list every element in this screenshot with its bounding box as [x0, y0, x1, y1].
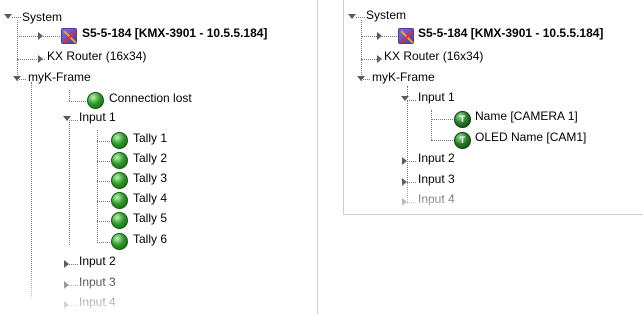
tree-connector	[69, 264, 78, 265]
tree-connector	[407, 202, 416, 203]
tree-node-tally[interactable]: Tally 2	[133, 151, 167, 165]
tree-node-system[interactable]: System	[366, 8, 406, 22]
status-led-icon	[87, 92, 104, 109]
t-icon: T	[454, 111, 471, 128]
tree-guide-line	[17, 20, 18, 81]
tally-led-icon	[111, 212, 128, 229]
tree-connector	[407, 161, 416, 162]
tree-node-input-2[interactable]: Input 2	[418, 151, 455, 165]
tree-node-frame[interactable]: myK-Frame	[372, 70, 435, 84]
fade-overlay	[344, 180, 643, 214]
tree-node-tally[interactable]: Tally 3	[133, 171, 167, 185]
tree-node-name[interactable]: Name [CAMERA 1]	[475, 109, 578, 123]
tree-node-tally[interactable]: Tally 4	[133, 191, 167, 205]
tree-guide-line	[31, 82, 32, 298]
tally-led-icon	[111, 172, 128, 189]
tree-guide-line	[407, 100, 408, 204]
expand-toggle[interactable]	[4, 14, 12, 19]
tree-node-system[interactable]: System	[22, 10, 62, 24]
tree-connector	[69, 285, 78, 286]
tree-connector	[431, 119, 453, 120]
tree-connector	[97, 201, 110, 202]
left-tree-panel: System S5-5-184 [KMX-3901 - 10.5.5.184] …	[0, 0, 318, 314]
tree-node-tally[interactable]: Tally 6	[133, 232, 167, 246]
tree-connector	[361, 59, 381, 60]
tally-led-icon	[111, 233, 128, 250]
tree-connector	[97, 161, 110, 162]
tree-guide-line	[97, 130, 98, 243]
tree-connector	[356, 17, 365, 18]
expand-toggle[interactable]	[348, 14, 356, 19]
tree-node-oled-name[interactable]: OLED Name [CAM1]	[475, 130, 586, 144]
kmx-device-icon	[398, 28, 414, 44]
tree-connector	[17, 79, 26, 80]
kmx-device-icon	[61, 28, 77, 44]
tree-node-device[interactable]: S5-5-184 [KMX-3901 - 10.5.5.184]	[418, 26, 603, 40]
tree-node-device[interactable]: S5-5-184 [KMX-3901 - 10.5.5.184]	[82, 26, 267, 40]
tree-node-input-1[interactable]: Input 1	[418, 90, 455, 104]
tree-connector	[97, 242, 110, 243]
tree-connector	[97, 181, 110, 182]
tree-guide-line	[69, 120, 70, 245]
tree-connector	[407, 100, 416, 101]
tree-node-frame[interactable]: myK-Frame	[28, 70, 91, 84]
tree-connector	[97, 141, 110, 142]
tree-node-router[interactable]: KX Router (16x34)	[47, 49, 146, 63]
t-icon: T	[454, 132, 471, 149]
tree-node-router[interactable]: KX Router (16x34)	[384, 49, 483, 63]
tree-node-input-1[interactable]: Input 1	[79, 110, 116, 124]
tree-guide-line	[407, 86, 408, 96]
tree-node-tally[interactable]: Tally 1	[133, 131, 167, 145]
tree-node-input-4[interactable]: Input 4	[418, 192, 455, 206]
tree-node-tally[interactable]: Tally 5	[133, 211, 167, 225]
tree-node-input-3[interactable]: Input 3	[418, 172, 455, 186]
tree-connector	[361, 36, 397, 37]
tree-connector	[12, 17, 21, 18]
tree-connector	[69, 305, 78, 306]
tree-connector	[361, 79, 370, 80]
tree-node-input-2[interactable]: Input 2	[79, 254, 116, 268]
tree-connector	[407, 182, 416, 183]
tree-connector	[17, 36, 60, 37]
tree-connector	[431, 140, 453, 141]
tally-led-icon	[111, 132, 128, 149]
tree-connector	[69, 101, 86, 102]
right-tree-panel: System S5-5-184 [KMX-3901 - 10.5.5.184] …	[343, 0, 643, 215]
tree-connector	[69, 120, 78, 121]
tally-led-icon	[111, 192, 128, 209]
tree-connector	[17, 59, 45, 60]
tree-guide-line	[431, 110, 432, 140]
fade-overlay	[0, 264, 317, 314]
tally-led-icon	[111, 152, 128, 169]
tree-connector	[97, 221, 110, 222]
tree-node-input-4[interactable]: Input 4	[79, 295, 116, 309]
tree-guide-line	[361, 20, 362, 81]
tree-node-connection[interactable]: Connection lost	[109, 91, 192, 105]
tree-guide-line	[69, 90, 70, 101]
tree-node-input-3[interactable]: Input 3	[79, 275, 116, 289]
